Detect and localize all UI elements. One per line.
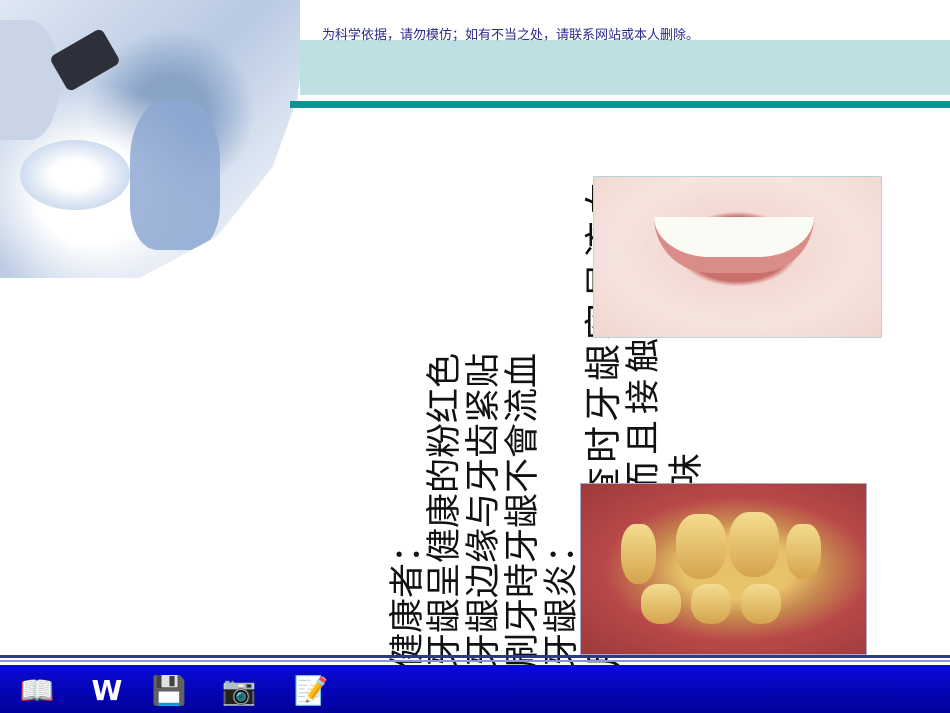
lab-scientist-image	[0, 0, 310, 278]
tooth	[691, 584, 731, 624]
header-stripe	[290, 101, 950, 108]
petri-dish	[20, 140, 130, 210]
disclaimer-notice: 为科学依据，请勿模仿；如有不当之处，请联系网站或本人删除。	[322, 28, 700, 43]
tooth	[621, 524, 656, 584]
tooth	[741, 584, 781, 624]
floppy-disk-icon[interactable]: 💾	[148, 671, 190, 709]
notes-icon[interactable]: 📝	[290, 671, 332, 709]
text-column: 刷牙時牙龈不會流血	[503, 352, 543, 668]
tooth	[729, 512, 779, 577]
tooth	[641, 584, 681, 624]
word-icon[interactable]: W	[86, 671, 128, 709]
tooth	[786, 524, 821, 579]
text-column: 牙龈边缘与牙齿紧贴	[464, 352, 504, 668]
book-icon[interactable]: 📖	[16, 671, 58, 709]
taskbar: 📖 W 💾 📷 📝	[0, 665, 950, 713]
header-band	[300, 40, 950, 95]
camera-icon[interactable]: 📷	[218, 671, 260, 709]
divider	[0, 660, 950, 662]
scientist-face	[0, 20, 60, 140]
gingivitis-teeth-photo	[580, 483, 867, 655]
healthy-smile-photo	[593, 176, 882, 338]
teeth	[654, 217, 814, 273]
text-column-gingivitis-heading: 牙龈炎：	[542, 527, 582, 668]
gloved-hand	[130, 100, 220, 250]
divider	[0, 655, 950, 658]
tooth	[676, 514, 726, 579]
text-column: 牙龈呈健康的粉红色	[425, 352, 465, 668]
text-column-healthy-heading: 健康者：	[388, 527, 428, 668]
